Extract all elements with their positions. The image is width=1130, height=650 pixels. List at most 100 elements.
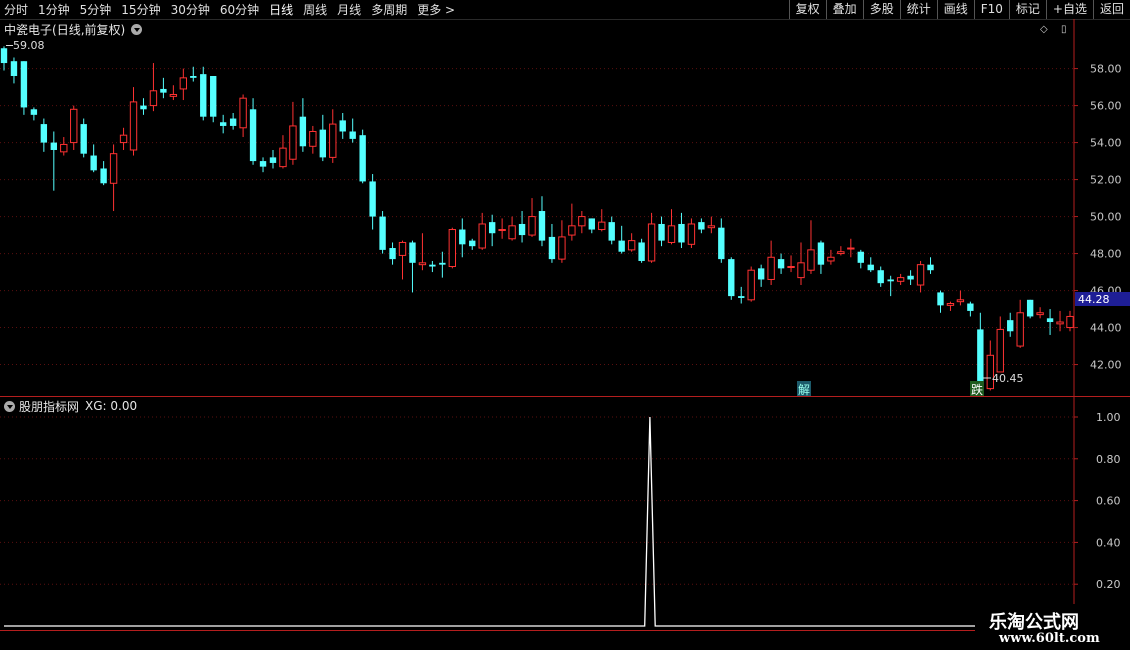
period-tab[interactable]: 月线 <box>337 1 361 18</box>
low-label: 40.45 <box>992 372 1024 385</box>
candle-body <box>20 61 28 108</box>
candle-body <box>279 147 287 168</box>
candle-body <box>996 328 1004 373</box>
diamond-icon[interactable]: ◇ <box>1040 24 1048 35</box>
candle-body <box>1016 312 1024 347</box>
candle-body <box>867 264 874 271</box>
candle-body <box>548 236 556 260</box>
stock-name: 中瓷电子 <box>4 22 53 37</box>
period-tab[interactable]: 周线 <box>303 1 327 18</box>
indicator-value: XG: 0.00 <box>85 399 138 413</box>
candle-body <box>498 229 506 232</box>
candle-body <box>777 259 785 269</box>
candle-body <box>687 223 696 245</box>
candle-body <box>896 277 905 282</box>
chevron-down-icon[interactable] <box>4 400 15 412</box>
watermark-url: www.60lt.com <box>999 631 1100 646</box>
candle-body <box>588 218 595 230</box>
candle-body <box>1056 321 1064 325</box>
action-button[interactable]: 叠加 <box>825 0 863 19</box>
candle-body <box>40 124 48 143</box>
action-button[interactable]: 多股 <box>862 0 900 19</box>
period-tab[interactable]: 日线 <box>269 1 293 18</box>
candle-body <box>339 120 346 132</box>
candle-body <box>60 143 68 153</box>
candle-body <box>598 221 606 231</box>
candle-body <box>767 256 775 280</box>
action-button[interactable]: 统计 <box>899 0 937 19</box>
period-tab[interactable]: 15分钟 <box>121 1 160 18</box>
indicator-title: 股朋指标网 XG: 0.00 <box>4 398 137 414</box>
candle-body <box>937 292 944 306</box>
candle-body <box>627 240 636 251</box>
indicator-tick-label: 0.80 <box>1096 453 1121 466</box>
period-tab[interactable]: 多周期 <box>371 1 407 18</box>
period-tab[interactable]: 1分钟 <box>38 1 70 18</box>
candle-body <box>478 223 486 249</box>
period-tab[interactable]: 更多 > <box>417 1 455 18</box>
candle-body <box>229 118 237 126</box>
action-button[interactable]: +自选 <box>1045 0 1093 19</box>
candle-body <box>738 296 745 298</box>
candle-body <box>319 129 326 158</box>
candle-body <box>329 123 337 158</box>
indicator-tick-label: 1.00 <box>1096 411 1121 424</box>
action-button[interactable]: 复权 <box>788 0 826 19</box>
candle-body <box>847 247 855 250</box>
top-toolbar: 分时 1分钟 5分钟 15分钟 30分钟 60分钟 日线 周线 月线 多周期 更多 > 复权 叠加 多股… <box>0 0 1130 20</box>
candle-body <box>707 225 716 229</box>
candle-body <box>558 236 566 260</box>
candle-body <box>658 223 665 241</box>
candle-body <box>140 105 147 110</box>
candle-body <box>219 122 227 126</box>
action-button[interactable]: F10 <box>973 0 1009 19</box>
candle-body <box>678 223 685 243</box>
candle-body <box>608 222 615 241</box>
candle-body <box>967 303 974 311</box>
action-button[interactable]: 返回 <box>1092 0 1130 19</box>
candle-body <box>70 108 78 144</box>
period-tab[interactable]: 60分钟 <box>220 1 259 18</box>
candle-body <box>379 216 386 250</box>
candle-body <box>747 269 755 301</box>
candle-body <box>827 256 835 262</box>
period-tab[interactable]: 5分钟 <box>80 1 112 18</box>
price-tick-label: 42.00 <box>1090 359 1122 372</box>
watermark: 乐淘公式网 www.60lt.com <box>975 604 1130 650</box>
indicator-name: 股朋指标网 <box>19 399 80 414</box>
chart-canvas[interactable]: 58.0056.0054.0052.0050.0048.0046.0044.00… <box>0 19 1130 631</box>
candle-body <box>269 157 277 163</box>
indicator-tick-label: 0.20 <box>1096 578 1121 591</box>
last-price-label: 44.28 <box>1078 293 1110 306</box>
candle-body <box>409 242 416 263</box>
period-tab[interactable]: 30分钟 <box>171 1 210 18</box>
panel-toggle-icon[interactable]: ▯ <box>1061 24 1067 35</box>
candle-body <box>129 101 138 151</box>
candle-body <box>389 248 396 260</box>
candle-body <box>1026 299 1034 317</box>
candle-body <box>30 109 38 115</box>
period-tab[interactable]: 分时 <box>4 1 28 18</box>
marker-jie: 解 <box>798 383 810 397</box>
candle-body <box>877 270 884 284</box>
candle-body <box>469 240 476 247</box>
price-tick-label: 44.00 <box>1090 322 1122 335</box>
candle-body <box>647 223 656 262</box>
candle-body <box>50 142 58 150</box>
candle-body <box>718 227 725 260</box>
price-tick-label: 48.00 <box>1090 248 1122 261</box>
chevron-down-icon[interactable] <box>131 23 143 35</box>
candle-body <box>528 216 536 236</box>
candle-body <box>299 116 307 147</box>
candle-body <box>249 109 257 162</box>
candle-body <box>239 97 247 129</box>
candle-body <box>1007 320 1014 332</box>
candle-body <box>179 77 188 90</box>
candle-body <box>538 211 546 241</box>
action-button[interactable]: 画线 <box>936 0 974 19</box>
candle-body <box>757 268 765 280</box>
period-tabs: 分时 1分钟 5分钟 15分钟 30分钟 60分钟 日线 周线 月线 多周期 更多 > <box>4 0 465 19</box>
action-button[interactable]: 标记 <box>1008 0 1046 19</box>
xg-signal-line <box>4 416 1070 627</box>
candle-body <box>508 225 516 240</box>
